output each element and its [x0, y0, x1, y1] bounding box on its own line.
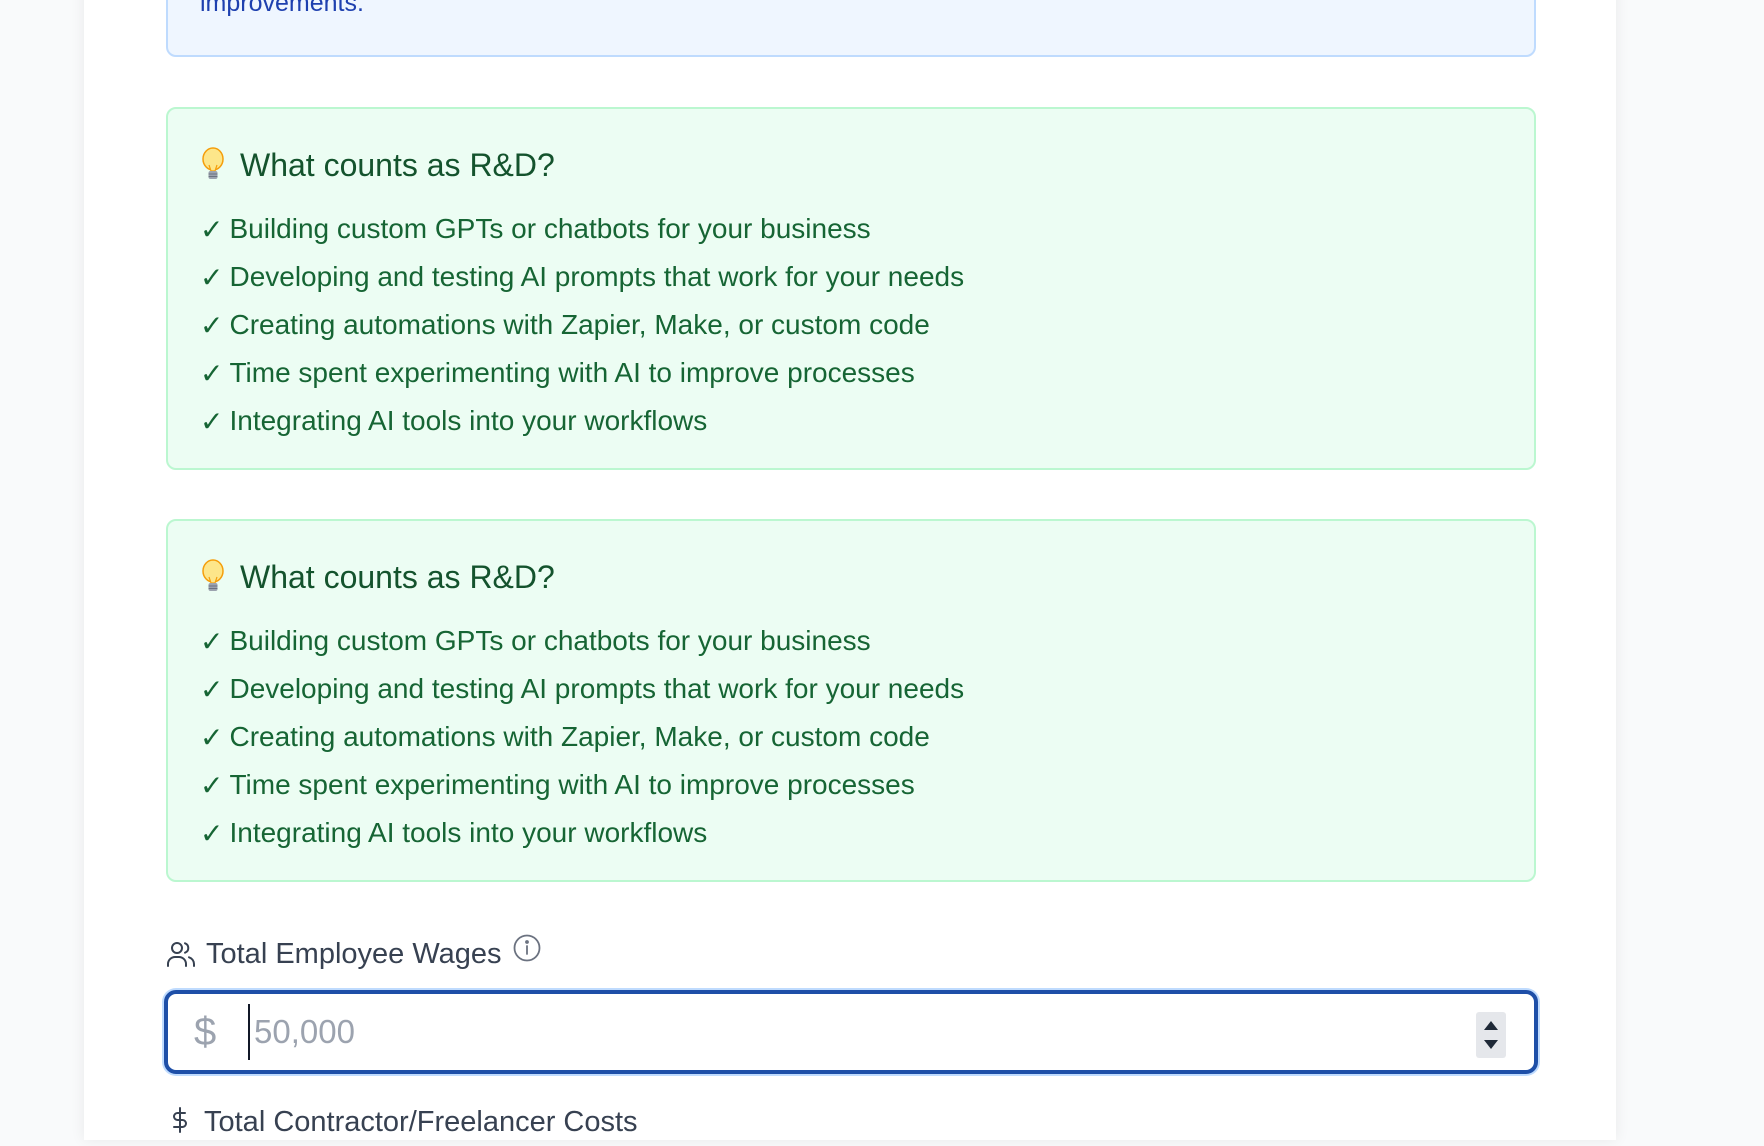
- dollar-icon: [173, 1107, 187, 1133]
- list-item: ✓ Developing and testing AI prompts that…: [200, 665, 964, 713]
- list-item: ✓ Time spent experimenting with AI to im…: [200, 761, 964, 809]
- check-icon: ✓: [200, 673, 224, 705]
- dollar-sign-icon: $: [194, 1009, 217, 1054]
- lightbulb-icon: [202, 559, 224, 591]
- info-callout-text: improvements.: [200, 0, 364, 17]
- rd-heading: What counts as R&D?: [200, 145, 555, 185]
- list-item: ✓ Developing and testing AI prompts that…: [200, 253, 964, 301]
- check-icon: ✓: [200, 213, 224, 245]
- check-icon: ✓: [200, 357, 224, 389]
- wages-input-wrapper: $: [164, 990, 1538, 1074]
- list-item-text: Developing and testing AI prompts that w…: [229, 261, 965, 292]
- rd-heading: What counts as R&D?: [200, 557, 555, 597]
- list-item-text: Time spent experimenting with AI to impr…: [229, 769, 915, 800]
- rd-list: ✓ Building custom GPTs or chatbots for y…: [200, 205, 964, 445]
- wages-field-label: Total Employee Wages: [166, 934, 542, 974]
- list-item-text: Developing and testing AI prompts that w…: [229, 673, 965, 704]
- list-item: ✓ Creating automations with Zapier, Make…: [200, 301, 964, 349]
- list-item: ✓ Integrating AI tools into your workflo…: [200, 397, 964, 445]
- list-item: ✓ Creating automations with Zapier, Make…: [200, 713, 964, 761]
- rd-info-box: What counts as R&D? ✓ Building custom GP…: [166, 107, 1536, 470]
- spin-down-icon[interactable]: [1484, 1040, 1498, 1049]
- list-item-text: Building custom GPTs or chatbots for you…: [229, 213, 871, 244]
- check-icon: ✓: [200, 309, 224, 341]
- list-item: ✓ Building custom GPTs or chatbots for y…: [200, 205, 964, 253]
- users-icon: [167, 942, 195, 967]
- rd-heading-text: What counts as R&D?: [240, 146, 555, 183]
- info-callout: improvements.: [166, 0, 1536, 57]
- contractor-field-label: Total Contractor/Freelancer Costs: [166, 1106, 638, 1146]
- list-item-text: Integrating AI tools into your workflows: [229, 817, 708, 848]
- wages-label-text: Total Employee Wages: [206, 937, 502, 970]
- check-icon: ✓: [200, 261, 224, 293]
- list-item: ✓ Time spent experimenting with AI to im…: [200, 349, 964, 397]
- contractor-label-text: Total Contractor/Freelancer Costs: [204, 1106, 638, 1138]
- rd-info-box: What counts as R&D? ✓ Building custom GP…: [166, 519, 1536, 882]
- check-icon: ✓: [200, 817, 224, 849]
- lightbulb-icon: [202, 147, 224, 179]
- list-item-text: Time spent experimenting with AI to impr…: [229, 357, 915, 388]
- number-spinner[interactable]: [1476, 1012, 1506, 1058]
- check-icon: ✓: [200, 769, 224, 801]
- list-item-text: Building custom GPTs or chatbots for you…: [229, 625, 871, 656]
- check-icon: ✓: [200, 405, 224, 437]
- rd-heading-text: What counts as R&D?: [240, 558, 555, 595]
- list-item-text: Creating automations with Zapier, Make, …: [229, 721, 930, 752]
- spin-up-icon[interactable]: [1484, 1021, 1498, 1030]
- check-icon: ✓: [200, 625, 224, 657]
- check-icon: ✓: [200, 721, 224, 753]
- wages-input[interactable]: [248, 1004, 1354, 1060]
- list-item: ✓ Integrating AI tools into your workflo…: [200, 809, 964, 857]
- info-icon[interactable]: [512, 933, 542, 963]
- list-item-text: Integrating AI tools into your workflows: [229, 405, 708, 436]
- list-item: ✓ Building custom GPTs or chatbots for y…: [200, 617, 964, 665]
- list-item-text: Creating automations with Zapier, Make, …: [229, 309, 930, 340]
- rd-list: ✓ Building custom GPTs or chatbots for y…: [200, 617, 964, 857]
